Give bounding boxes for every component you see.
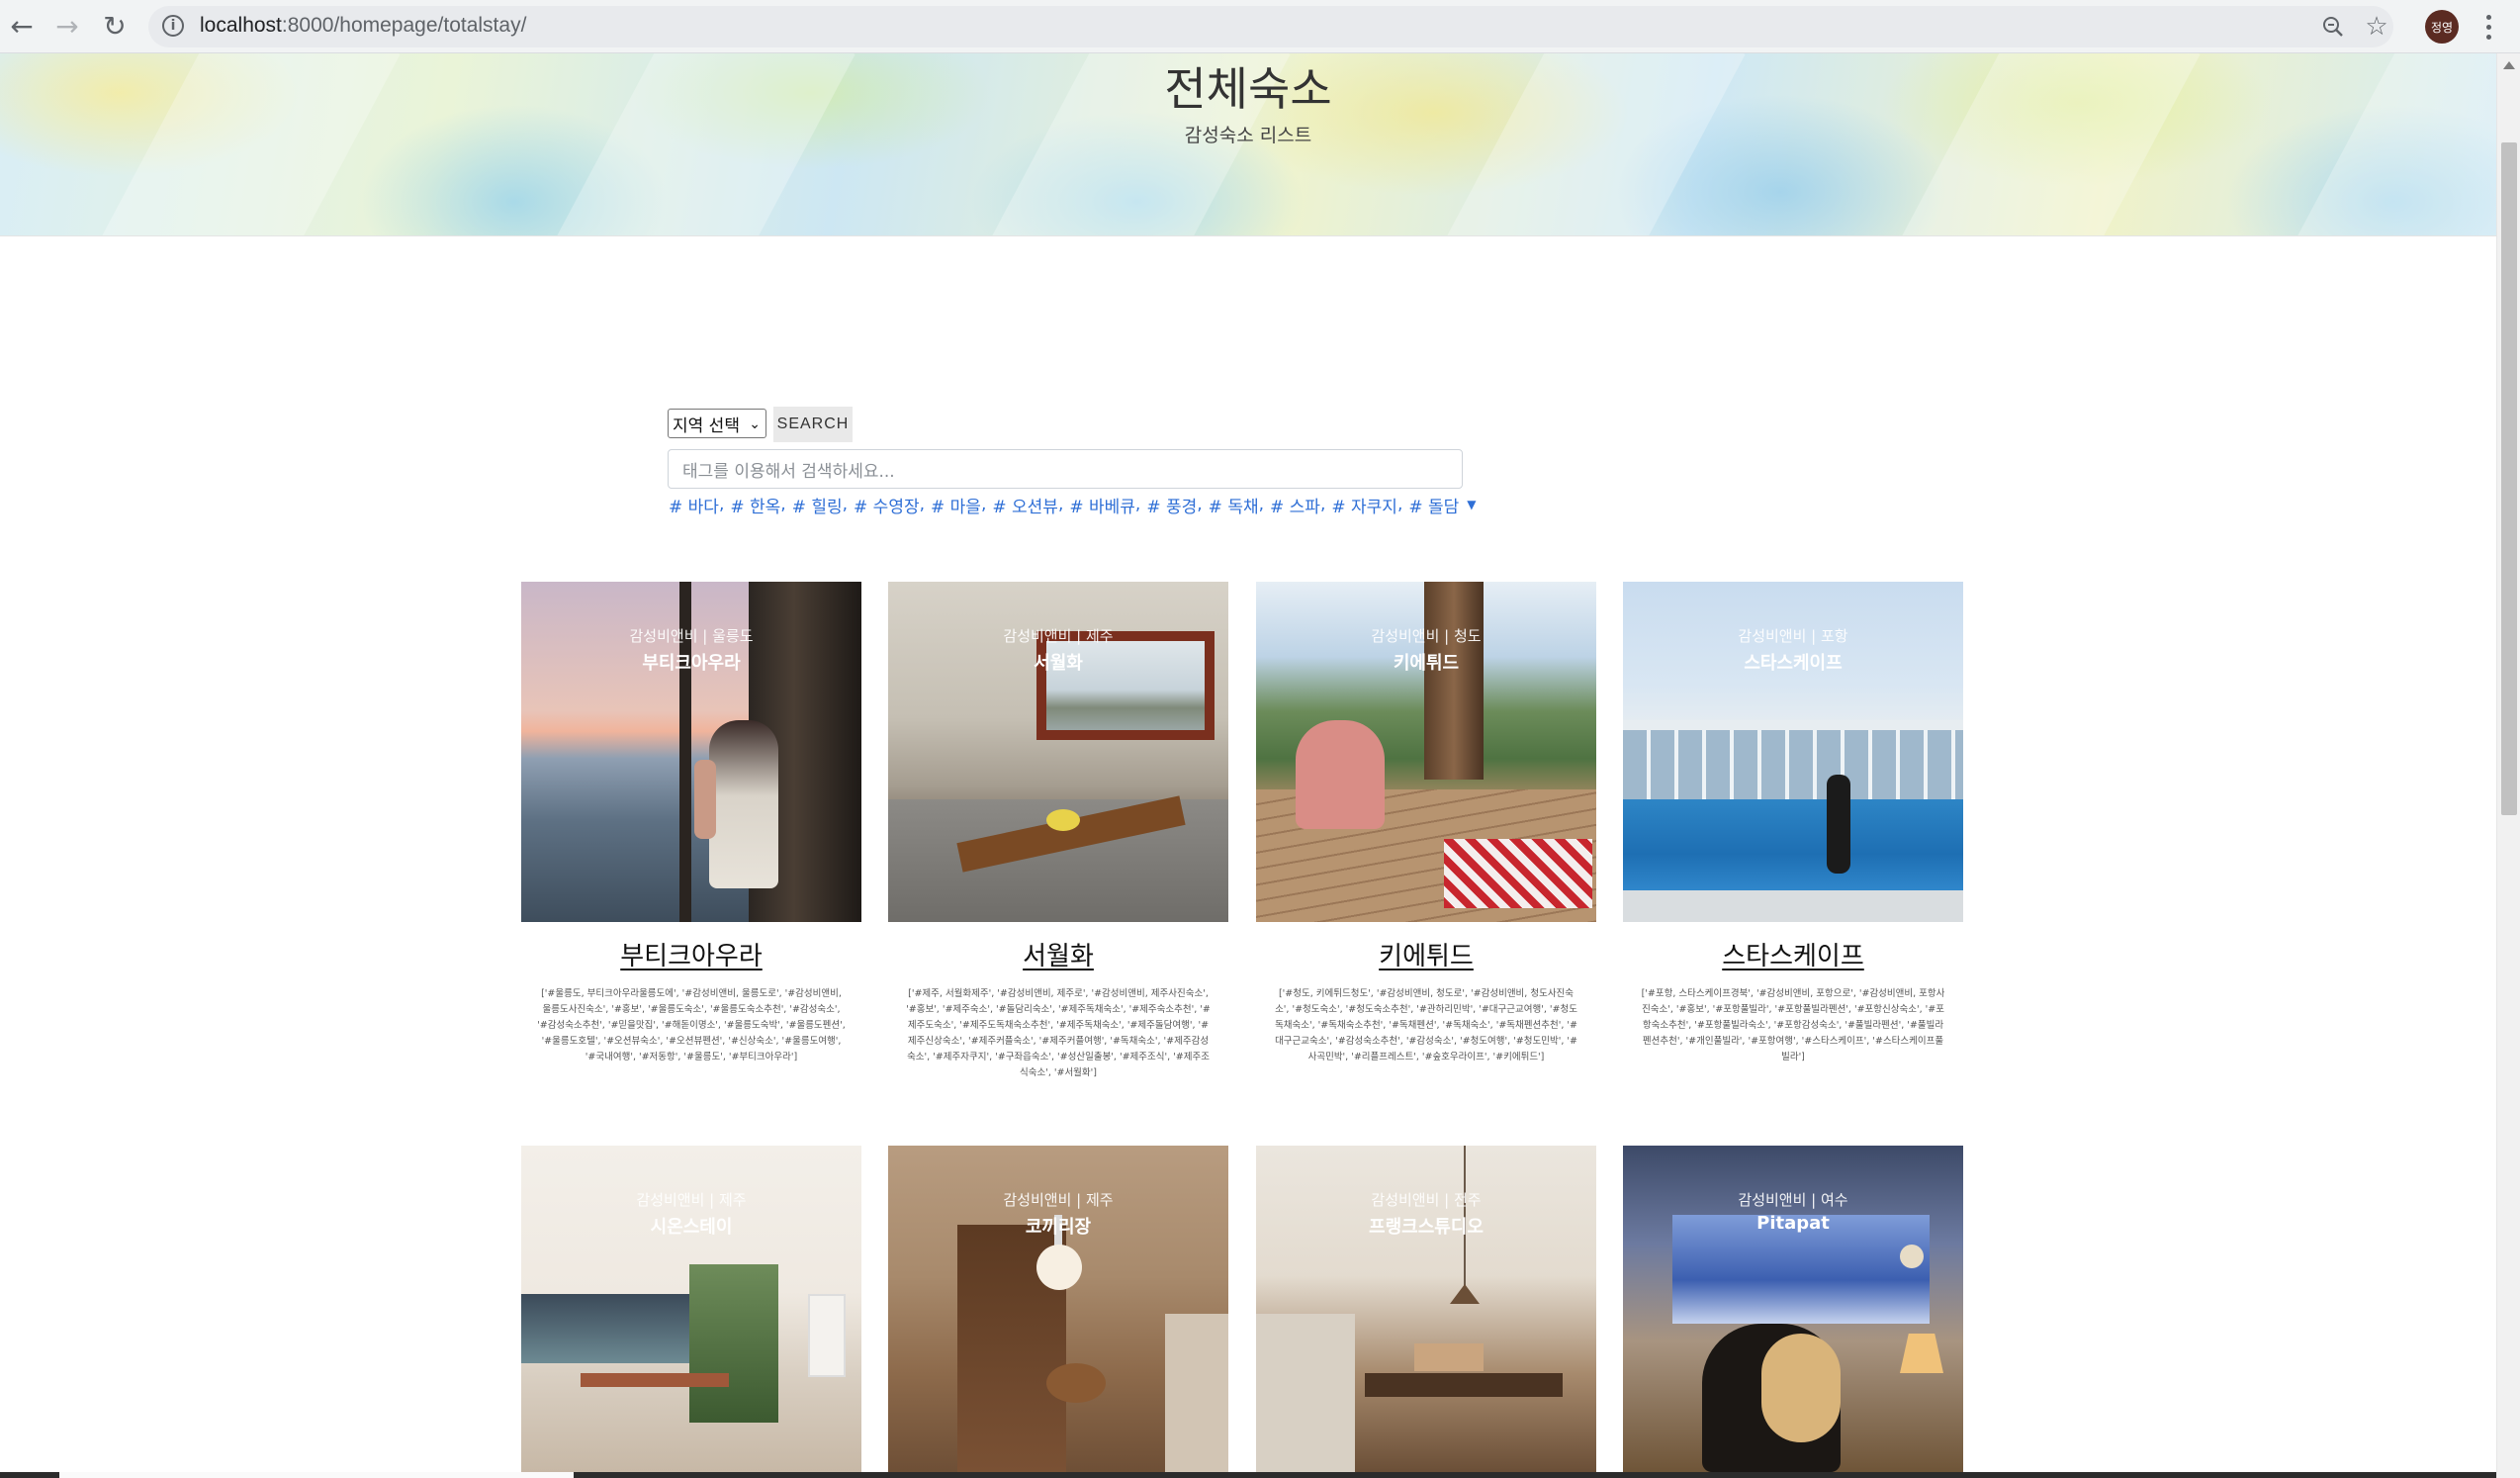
scrollbar-thumb[interactable] (2501, 142, 2517, 815)
tag-link[interactable]: # 바베큐 (1069, 493, 1135, 517)
stay-card[interactable]: 감성비앤비 | 여수 Pitapat (1623, 1146, 1963, 1472)
address-bar[interactable]: i localhost:8000/homepage/totalstay/ ☆ (148, 6, 2393, 47)
stay-card[interactable]: 감성비앤비 | 울릉도 부티크아우라 부티크아우라 ['#울릉도, 부티크아우라… (521, 582, 861, 1065)
stay-overlay-name: 코끼리장 (1025, 1217, 1092, 1238)
stay-name-link[interactable]: 키에튀드 (1256, 936, 1596, 972)
stay-photo[interactable]: 감성비앤비 | 제주 시온스테이 (521, 1146, 861, 1472)
stay-tags-text: ['#제주, 서월화제주', '#감성비앤비, 제주로', '#감성비앤비, 제… (906, 988, 1211, 1078)
forward-arrow-icon[interactable]: → (49, 9, 85, 45)
stay-overlay-location: 감성비앤비 | 제주 (1003, 1191, 1114, 1209)
tag-link[interactable]: # 돌담 (1408, 493, 1459, 517)
tag-link[interactable]: # 힐링 (792, 493, 843, 517)
stay-overlay-location: 감성비앤비 | 울릉도 (629, 627, 754, 645)
stay-card[interactable]: 감성비앤비 | 제주 코끼리장 (888, 1146, 1228, 1472)
stay-tags-text: ['#울릉도, 부티크아우라울릉도에', '#감성비앤비, 울릉도로', '#감… (537, 988, 846, 1062)
browser-toolbar: ← → ↻ i localhost:8000/homepage/totalsta… (0, 0, 2520, 53)
stay-photo[interactable]: 감성비앤비 | 제주 서월화 (888, 582, 1228, 922)
url-path: :8000/homepage/totalstay/ (281, 14, 527, 37)
browser-menu-icon[interactable] (2475, 9, 2501, 45)
hero-banner: 전체숙소 감성숙소 리스트 (0, 53, 2496, 235)
tag-link[interactable]: # 바다 (669, 493, 719, 517)
page-subtitle: 감성숙소 리스트 (1184, 125, 1312, 146)
profile-avatar[interactable]: 정영 (2425, 10, 2459, 44)
hero-divider (0, 235, 2496, 236)
page-title: 전체숙소 (1164, 62, 1332, 116)
stay-tags-text: ['#청도, 키에튀드청도', '#감성비앤비, 청도로', '#감성비앤비, … (1275, 988, 1577, 1062)
stay-name-link[interactable]: 스타스케이프 (1623, 936, 1963, 972)
tag-link[interactable]: # 수영장 (854, 493, 920, 517)
tag-link[interactable]: # 마을 (931, 493, 981, 517)
tag-link[interactable]: # 독채 (1209, 493, 1259, 517)
stay-overlay-location: 감성비앤비 | 제주 (636, 1191, 747, 1209)
stay-overlay-location: 감성비앤비 | 제주 (1003, 627, 1114, 645)
stay-overlay-name: 서월화 (1034, 653, 1083, 674)
tag-search-input[interactable]: 태그를 이용해서 검색하세요... (668, 449, 1463, 489)
stay-photo[interactable]: 감성비앤비 | 포항 스타스케이프 (1623, 582, 1963, 922)
stay-overlay-name: 시온스테이 (650, 1217, 733, 1238)
tags-expand-caret-icon[interactable]: ▼ (1467, 498, 1476, 511)
stay-overlay-location: 감성비앤비 | 포항 (1738, 627, 1848, 645)
zoom-icon[interactable] (2318, 12, 2348, 42)
horizontal-scrollbar[interactable] (0, 1472, 2496, 1478)
tag-link[interactable]: # 스파 (1270, 493, 1320, 517)
site-info-icon[interactable]: i (162, 15, 184, 37)
tag-link[interactable]: # 풍경 (1146, 493, 1197, 517)
stay-overlay-name: 스타스케이프 (1744, 653, 1843, 674)
scroll-up-arrow-icon[interactable] (2503, 61, 2515, 69)
stay-overlay-name: 프랭크스튜디오 (1369, 1217, 1484, 1238)
reload-icon[interactable]: ↻ (97, 9, 133, 45)
bookmark-star-icon[interactable]: ☆ (2362, 12, 2391, 42)
search-button[interactable]: SEARCH (773, 407, 853, 442)
stay-photo[interactable]: 감성비앤비 | 청도 키에튀드 (1256, 582, 1596, 922)
stay-photo[interactable]: 감성비앤비 | 여수 Pitapat (1623, 1146, 1963, 1472)
chevron-down-icon: ⌄ (749, 416, 761, 432)
stay-overlay-name: 부티크아우라 (642, 653, 741, 674)
stay-card[interactable]: 감성비앤비 | 청도 키에튀드 키에튀드 ['#청도, 키에튀드청도', '#감… (1256, 582, 1596, 1065)
stay-card[interactable]: 감성비앤비 | 포항 스타스케이프 스타스케이프 ['#포항, 스타스케이프경북… (1623, 582, 1963, 1065)
tag-link[interactable]: # 오션뷰 (992, 493, 1058, 517)
stay-name-link[interactable]: 부티크아우라 (521, 936, 861, 972)
stay-overlay-name: 키에튀드 (1393, 653, 1460, 674)
stay-tags-text: ['#포항, 스타스케이프경북', '#감성비앤비, 포항으로', '#감성비앤… (1641, 988, 1945, 1062)
tag-list: # 바다, # 한옥, # 힐링, # 수영장, # 마을, # 오션뷰, # … (669, 493, 1477, 517)
stay-photo[interactable]: 감성비앤비 | 전주 프랭크스튜디오 (1256, 1146, 1596, 1472)
stay-photo[interactable]: 감성비앤비 | 울릉도 부티크아우라 (521, 582, 861, 922)
tag-link[interactable]: # 한옥 (730, 493, 780, 517)
back-arrow-icon[interactable]: ← (4, 9, 40, 45)
stay-name-link[interactable]: 서월화 (888, 936, 1228, 972)
stay-card[interactable]: 감성비앤비 | 제주 서월화 서월화 ['#제주, 서월화제주', '#감성비앤… (888, 582, 1228, 1081)
stay-overlay-location: 감성비앤비 | 청도 (1371, 627, 1482, 645)
stay-overlay-location: 감성비앤비 | 전주 (1371, 1191, 1482, 1209)
region-select[interactable]: 지역 선택 ⌄ (668, 409, 766, 438)
stay-photo[interactable]: 감성비앤비 | 제주 코끼리장 (888, 1146, 1228, 1472)
stay-card[interactable]: 감성비앤비 | 제주 시온스테이 (521, 1146, 861, 1472)
tag-link[interactable]: # 자쿠지 (1331, 493, 1397, 517)
page-scrollbar[interactable] (2496, 53, 2520, 1478)
stay-card[interactable]: 감성비앤비 | 전주 프랭크스튜디오 (1256, 1146, 1596, 1472)
stay-overlay-location: 감성비앤비 | 여수 (1738, 1191, 1848, 1209)
stay-overlay-name: Pitapat (1756, 1213, 1830, 1234)
region-select-value: 지역 선택 (673, 416, 740, 436)
tag-search-placeholder: 태그를 이용해서 검색하세요... (682, 461, 895, 482)
url-host: localhost (200, 14, 282, 37)
url-text[interactable]: localhost:8000/homepage/totalstay/ (200, 14, 526, 38)
